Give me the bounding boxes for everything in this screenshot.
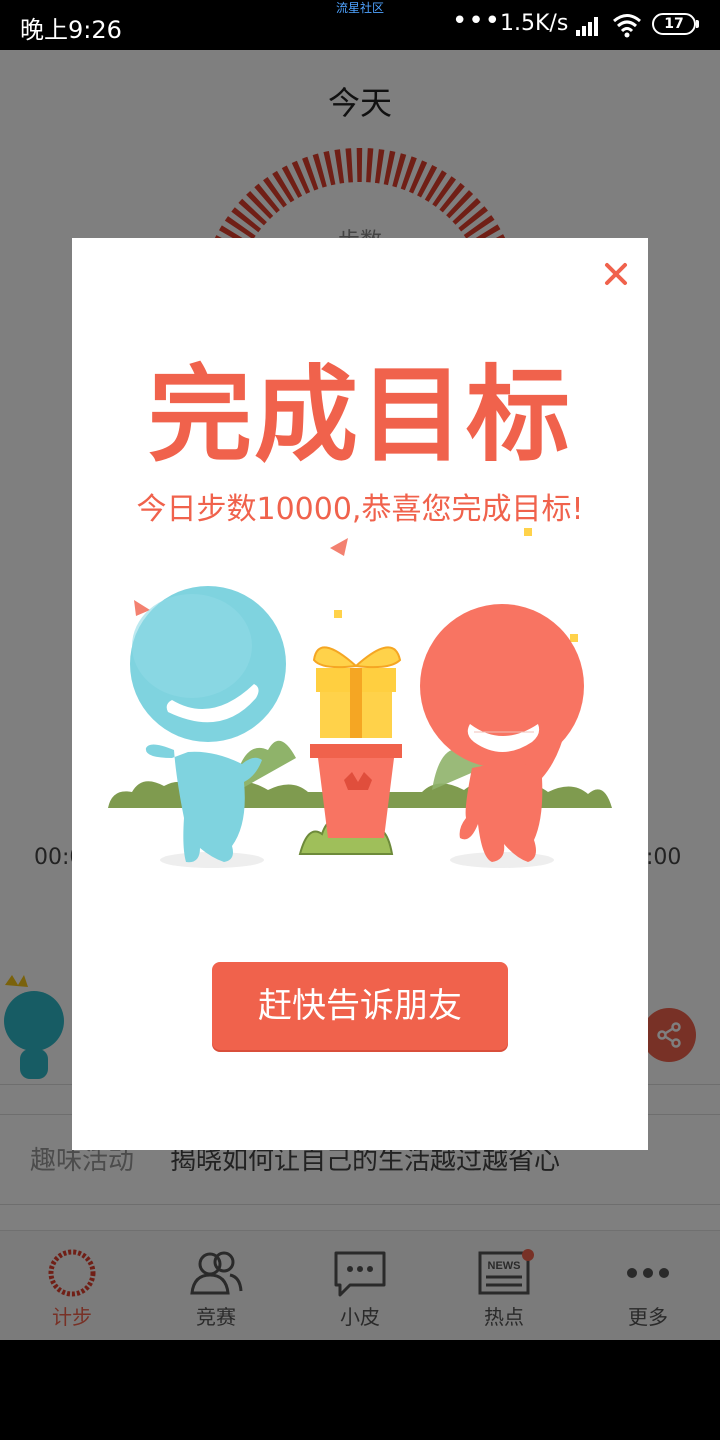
signal-icon: [576, 17, 598, 36]
battery-level: 17: [652, 13, 696, 35]
dialog-title: 完成目标: [147, 354, 572, 476]
dialog-subtitle: 今日步数10000,恭喜您完成目标!: [136, 492, 584, 527]
network-speed: 1.5K/s: [500, 11, 569, 36]
tell-friends-button[interactable]: 赶快告诉朋友: [212, 962, 508, 1050]
battery-icon: 17: [652, 13, 699, 35]
wifi-icon: [613, 14, 641, 38]
close-icon[interactable]: [598, 256, 634, 292]
goal-complete-dialog: 完成目标 今日步数10000,恭喜您完成目标! 赶快告诉朋友: [72, 238, 648, 1150]
status-bar: 晚上9:26 流星社区 ••• 1.5K/s 17: [0, 0, 720, 50]
status-more-dots: •••: [452, 6, 502, 36]
celebration-illustration: [108, 528, 612, 868]
